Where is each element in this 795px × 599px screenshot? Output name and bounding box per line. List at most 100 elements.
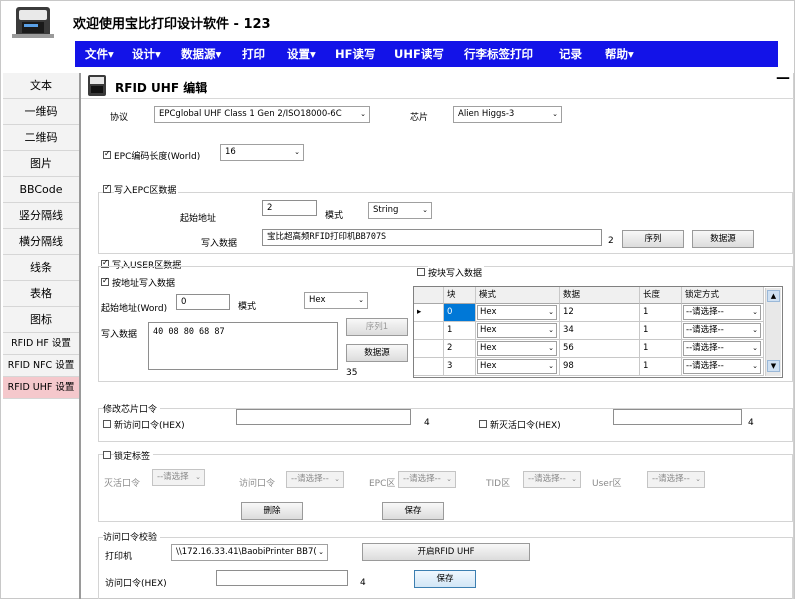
epc-mode-select[interactable]: String ⌄ <box>368 202 432 219</box>
epc-data-input[interactable]: 宝比超高频RFID打印机BB707S <box>262 229 602 246</box>
user-datasource-button[interactable]: 数据源 <box>346 344 408 362</box>
menu-design[interactable]: 设计▾ <box>132 41 161 67</box>
grid-scrollbar[interactable]: ▲ ▼ <box>765 288 781 376</box>
tid-lock-select[interactable]: --请选择-- ⌄ <box>523 471 581 488</box>
menu-luggage-print[interactable]: 行李标签打印 <box>464 41 533 67</box>
chevron-down-icon: ⌄ <box>548 344 554 352</box>
user-data-label: 写入数据 <box>101 330 138 340</box>
chevron-down-icon: ⌄ <box>552 110 558 118</box>
sidebar-item-bbcode[interactable]: BBCode <box>3 177 79 203</box>
scroll-up-icon[interactable]: ▲ <box>767 290 780 302</box>
verify-label: 访问口令校验 <box>103 530 161 543</box>
grid-cell-mode[interactable]: Hex ⌄ <box>476 358 560 376</box>
write-by-block-label: 按块写入数据 <box>428 266 485 279</box>
epc-lock-select[interactable]: --请选择-- ⌄ <box>398 471 456 488</box>
menu-help[interactable]: 帮助▾ <box>605 41 634 67</box>
sidebar-item-icon[interactable]: 图标 <box>3 307 79 333</box>
new-access-password-checkbox[interactable] <box>103 420 111 428</box>
sidebar-item-rfid-hf[interactable]: RFID HF 设置 <box>3 333 79 355</box>
grid-cell-length[interactable]: 1 <box>640 304 682 322</box>
epc-length-select[interactable]: 16 ⌄ <box>220 144 304 161</box>
chevron-down-icon: ⌄ <box>358 296 364 304</box>
grid-cell-mode[interactable]: Hex ⌄ <box>476 304 560 322</box>
scroll-down-icon[interactable]: ▼ <box>767 360 780 372</box>
new-kill-password-checkbox[interactable] <box>479 420 487 428</box>
new-access-password-input[interactable] <box>236 409 411 425</box>
epc-start-input[interactable]: 2 <box>262 200 317 216</box>
menu-datasource[interactable]: 数据源▾ <box>181 41 221 67</box>
menu-settings[interactable]: 设置▾ <box>287 41 316 67</box>
chevron-down-icon: ⌄ <box>318 548 324 556</box>
chip-select[interactable]: Alien Higgs-3 ⌄ <box>453 106 562 123</box>
sidebar-item-qrcode[interactable]: 二维码 <box>3 125 79 151</box>
lock-tag-group <box>98 454 793 522</box>
menu-uhf-rw[interactable]: UHF读写 <box>394 41 444 67</box>
epc-datasource-button[interactable]: 数据源 <box>692 230 754 248</box>
chevron-down-icon: ⌄ <box>752 362 758 370</box>
write-epc-checkbox[interactable] <box>103 183 111 193</box>
sidebar-item-vertical-line[interactable]: 竖分隔线 <box>3 203 79 229</box>
grid-cell-data[interactable]: 56 <box>560 340 640 358</box>
grid-cell-lock[interactable]: --请选择-- ⌄ <box>682 358 764 376</box>
minimize-button[interactable]: — <box>776 70 790 86</box>
sidebar-item-text[interactable]: 文本 <box>3 73 79 99</box>
grid-cell-block[interactable]: 0 <box>444 304 476 322</box>
epc-lock-label: EPC区 <box>369 479 396 489</box>
chevron-down-icon: ⌄ <box>195 473 201 481</box>
epc-length-checkbox[interactable] <box>103 149 111 159</box>
grid-cell-mode[interactable]: Hex ⌄ <box>476 340 560 358</box>
grid-cell-length[interactable]: 1 <box>640 340 682 358</box>
open-rfid-uhf-button[interactable]: 开启RFID UHF <box>362 543 530 561</box>
lock-save-button[interactable]: 保存 <box>382 502 444 520</box>
write-by-block-checkbox[interactable] <box>417 268 425 276</box>
delete-button[interactable]: 删除 <box>241 502 303 520</box>
epc-start-label: 起始地址 <box>180 214 217 224</box>
grid-cell-block[interactable]: 1 <box>444 322 476 340</box>
kill-password-count: 4 <box>748 418 754 428</box>
write-by-address-label: 按地址写入数据 <box>112 276 178 289</box>
access-password-verify-input[interactable] <box>216 570 348 586</box>
grid-cell-lock[interactable]: --请选择-- ⌄ <box>682 340 764 358</box>
access-password-lock-select[interactable]: --请选择-- ⌄ <box>286 471 344 488</box>
grid-cell-lock[interactable]: --请选择-- ⌄ <box>682 322 764 340</box>
grid-cell-data[interactable]: 12 <box>560 304 640 322</box>
menu-hf-rw[interactable]: HF读写 <box>335 41 375 67</box>
chevron-down-icon: ⌄ <box>695 475 701 483</box>
user-data-textarea[interactable]: 40 08 80 68 87 <box>148 322 338 370</box>
lock-tag-checkbox[interactable] <box>103 451 111 459</box>
grid-cell-mode[interactable]: Hex ⌄ <box>476 322 560 340</box>
grid-header-mode: 模式 <box>476 287 560 304</box>
menu-print[interactable]: 打印 <box>242 41 265 67</box>
grid-cell-lock[interactable]: --请选择-- ⌄ <box>682 304 764 322</box>
grid-cell-block[interactable]: 2 <box>444 340 476 358</box>
chevron-down-icon: ⌄ <box>422 206 428 214</box>
grid-cell-data[interactable]: 34 <box>560 322 640 340</box>
printer-select[interactable]: \\172.16.33.41\BaobiPrinter BB7(⌄ <box>171 544 328 561</box>
write-by-address-checkbox[interactable] <box>101 276 109 286</box>
verify-save-button[interactable]: 保存 <box>414 570 476 588</box>
user-sequence-button[interactable]: 序列1 <box>346 318 408 336</box>
grid-cell-length[interactable]: 1 <box>640 322 682 340</box>
menu-file[interactable]: 文件▾ <box>85 41 114 67</box>
user-start-input[interactable]: 0 <box>176 294 230 310</box>
sidebar-item-line[interactable]: 线条 <box>3 255 79 281</box>
sidebar-item-table[interactable]: 表格 <box>3 281 79 307</box>
user-mode-select[interactable]: Hex ⌄ <box>304 292 368 309</box>
epc-sequence-button[interactable]: 序列 <box>622 230 684 248</box>
sidebar-item-rfid-nfc[interactable]: RFID NFC 设置 <box>3 355 79 377</box>
user-lock-select[interactable]: --请选择-- ⌄ <box>647 471 705 488</box>
grid-header-block: 块 <box>444 287 476 304</box>
kill-password-lock-select[interactable]: --请选择 ⌄ <box>152 469 205 486</box>
grid-cell-length[interactable]: 1 <box>640 358 682 376</box>
new-kill-password-label: 新灭活口令(HEX) <box>490 421 561 431</box>
grid-cell-block[interactable]: 3 <box>444 358 476 376</box>
sidebar-item-barcode[interactable]: 一维码 <box>3 99 79 125</box>
sidebar-item-horizontal-line[interactable]: 横分隔线 <box>3 229 79 255</box>
sidebar-item-rfid-uhf[interactable]: RFID UHF 设置 <box>3 377 79 399</box>
grid-cell-data[interactable]: 98 <box>560 358 640 376</box>
protocol-select[interactable]: EPCglobal UHF Class 1 Gen 2/ISO18000-6C ⌄ <box>154 106 370 123</box>
sidebar-item-image[interactable]: 图片 <box>3 151 79 177</box>
menu-records[interactable]: 记录 <box>559 41 582 67</box>
grid-row-indicator <box>414 358 444 376</box>
new-kill-password-input[interactable] <box>613 409 742 425</box>
